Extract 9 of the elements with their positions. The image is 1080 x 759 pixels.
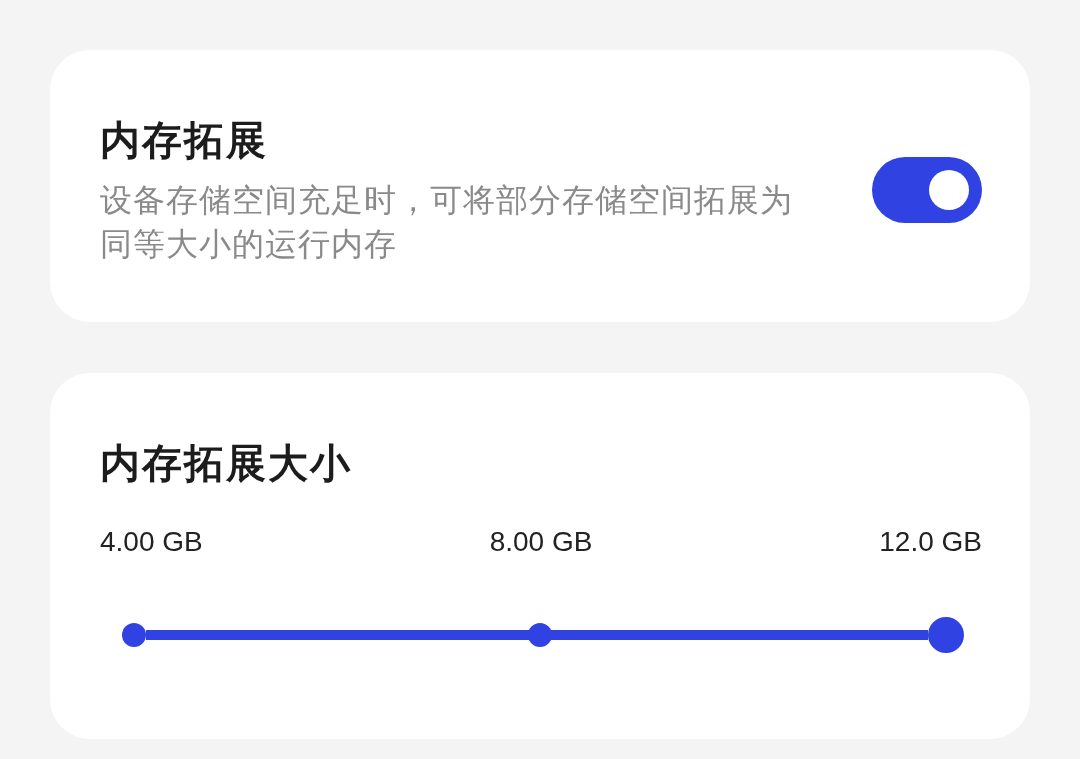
slider-track[interactable] <box>146 630 928 640</box>
step-dot-icon <box>122 623 146 647</box>
size-option-label: 4.00 GB <box>100 525 203 559</box>
setting-description: 设备存储空间充足时，可将部分存储空间拓展为同等大小的运行内存 <box>100 181 794 264</box>
size-option-label: 8.00 GB <box>489 525 593 559</box>
setting-title: 内存拓展 <box>100 117 269 164</box>
size-option-label: 12.0 GB <box>879 525 982 559</box>
section-title: 内存拓展大小 <box>100 440 353 487</box>
slider-thumb[interactable] <box>928 617 964 653</box>
